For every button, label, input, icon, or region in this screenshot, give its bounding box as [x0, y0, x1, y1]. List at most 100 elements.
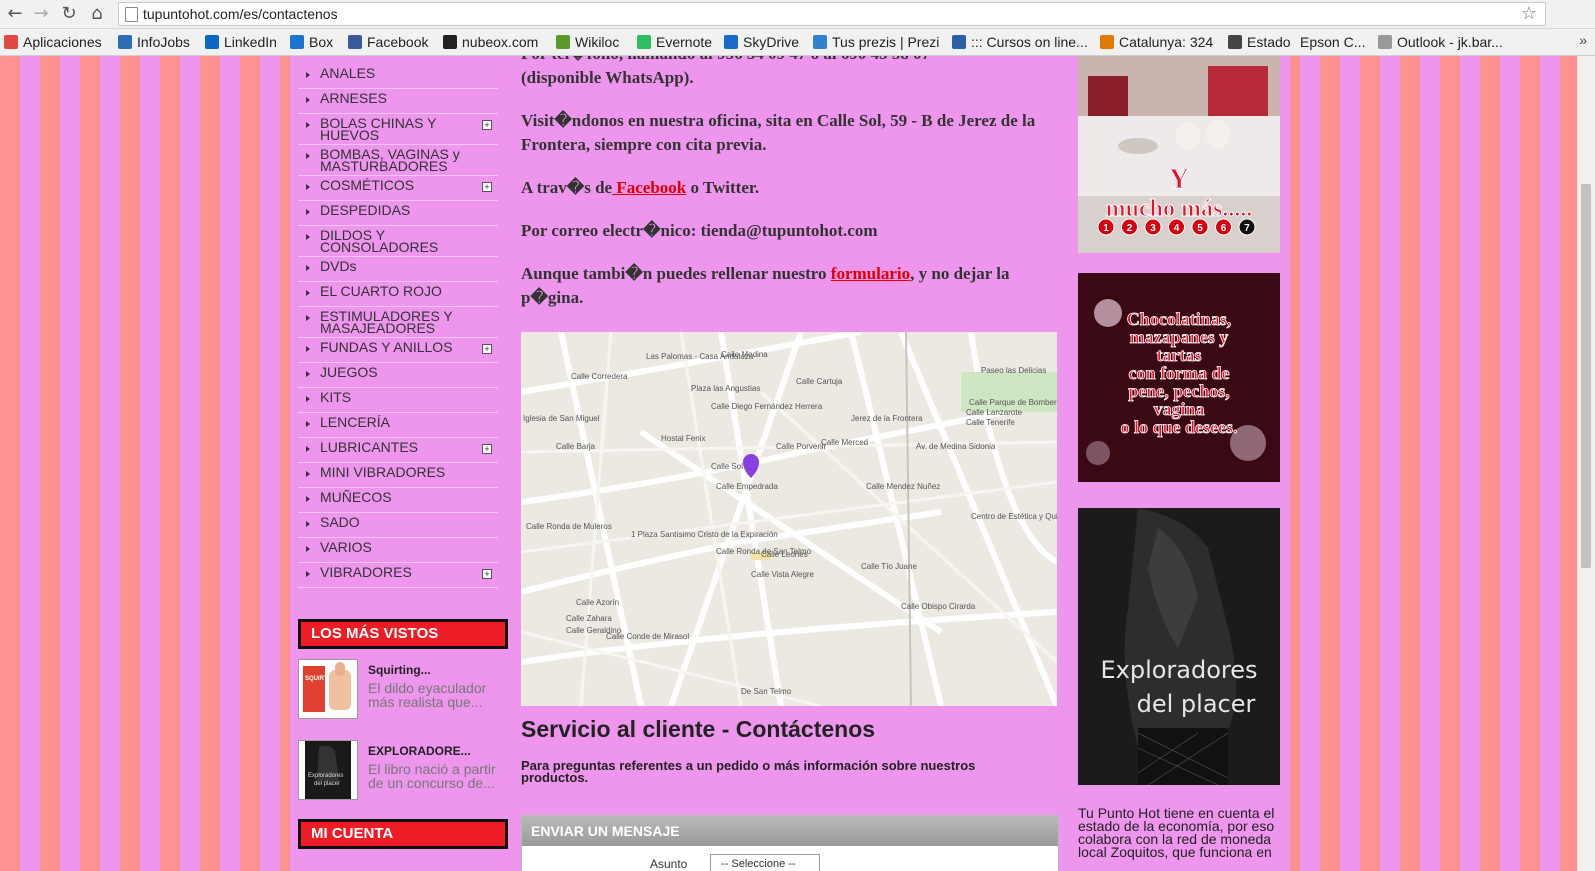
slider-banner[interactable]: Y mucho más..... 1 2 3 4 5 6 7: [1078, 56, 1280, 253]
category-label[interactable]: FUNDAS Y ANILLOS: [320, 339, 453, 355]
scrollbar[interactable]: [1577, 56, 1595, 871]
bookmarks-overflow-icon[interactable]: »: [1579, 32, 1587, 48]
category-item[interactable]: MINI VIBRADORES: [298, 463, 498, 488]
bookmark-item[interactable]: Facebook: [348, 33, 428, 51]
bookmark-label[interactable]: SkyDrive: [743, 34, 799, 50]
bookmark-item[interactable]: Epson C...: [1300, 33, 1365, 51]
bookmark-label[interactable]: InfoJobs: [137, 34, 190, 50]
bookmark-item[interactable]: LinkedIn: [205, 33, 277, 51]
my-account-title[interactable]: MI CUENTA: [298, 819, 508, 849]
bookmark-label[interactable]: ::: Cursos on line...: [971, 34, 1088, 50]
bookmark-label[interactable]: Aplicaciones: [23, 34, 102, 50]
bookmark-item[interactable]: SkyDrive: [724, 33, 799, 51]
slider-dot-label[interactable]: 3: [1150, 223, 1156, 234]
category-item[interactable]: LENCERÍA: [298, 413, 498, 438]
bookmark-label[interactable]: LinkedIn: [224, 34, 277, 50]
category-label[interactable]: ANALES: [320, 65, 375, 81]
bookmark-item[interactable]: Aplicaciones: [4, 33, 102, 51]
category-item[interactable]: DVDs: [298, 257, 498, 282]
category-item[interactable]: MUÑECOS: [298, 488, 498, 513]
subject-select[interactable]: -- Seleccione --: [710, 854, 820, 871]
category-label[interactable]: BOLAS CHINAS Y HUEVOS: [320, 115, 436, 143]
expand-plus-icon[interactable]: +: [482, 569, 492, 579]
category-item[interactable]: JUEGOS: [298, 363, 498, 388]
bookmark-item[interactable]: Evernote: [637, 33, 712, 51]
category-label[interactable]: DVDs: [320, 258, 357, 274]
bookmark-label[interactable]: Wikiloc: [575, 34, 619, 50]
forward-arrow-icon[interactable]: →: [30, 3, 52, 25]
bookmark-item[interactable]: Box: [290, 33, 333, 51]
slider-dot-label[interactable]: 2: [1127, 223, 1133, 234]
address-bar[interactable]: tupuntohot.com/es/contactenos ☆: [118, 2, 1546, 26]
category-item[interactable]: VARIOS: [298, 538, 498, 563]
category-item[interactable]: VIBRADORES +: [298, 563, 498, 588]
product-item-2[interactable]: Exploradores del placer EXPLORADORE... E…: [298, 740, 498, 802]
url-text[interactable]: tupuntohot.com/es/contactenos: [143, 6, 338, 22]
category-label[interactable]: MINI VIBRADORES: [320, 464, 445, 480]
bookmark-label[interactable]: Estado: [1247, 34, 1291, 50]
slider-dot-label[interactable]: 6: [1221, 223, 1227, 234]
bookmark-item[interactable]: nubeox.com: [443, 33, 538, 51]
expand-plus-icon[interactable]: +: [482, 444, 492, 454]
expand-plus-icon[interactable]: +: [482, 344, 492, 354]
category-item[interactable]: DESPEDIDAS: [298, 201, 498, 226]
category-label[interactable]: DESPEDIDAS: [320, 202, 410, 218]
category-label[interactable]: MUÑECOS: [320, 489, 392, 505]
slider-dot-label[interactable]: 5: [1197, 223, 1203, 234]
category-label[interactable]: COSMÉTICOS: [320, 177, 414, 193]
category-item[interactable]: BOLAS CHINAS Y HUEVOS +: [298, 114, 498, 145]
category-label[interactable]: KITS: [320, 389, 351, 405]
category-label[interactable]: DILDOS Y CONSOLADORES: [320, 227, 438, 255]
slider-dot-label[interactable]: 4: [1174, 223, 1180, 234]
expand-plus-icon[interactable]: +: [482, 120, 492, 130]
category-item[interactable]: LUBRICANTES +: [298, 438, 498, 463]
category-label[interactable]: JUEGOS: [320, 364, 378, 380]
bookmark-item[interactable]: Estado: [1228, 33, 1291, 51]
category-label[interactable]: BOMBAS, VAGINAS y MASTURBADORES: [320, 146, 460, 174]
facebook-link[interactable]: Facebook: [612, 178, 686, 197]
bookmark-label[interactable]: nubeox.com: [462, 34, 538, 50]
bookmark-item[interactable]: Wikiloc: [556, 33, 619, 51]
category-item[interactable]: ANALES: [298, 64, 498, 89]
bookmark-label[interactable]: Outlook - jk.bar...: [1397, 34, 1503, 50]
category-item[interactable]: SADO: [298, 513, 498, 538]
location-map[interactable]: Calle Medina Las Palomas - Casa Andaluza C…: [521, 332, 1057, 706]
category-label[interactable]: ESTIMULADORES Y MASAJEADORES: [320, 308, 453, 336]
chocolates-banner[interactable]: Chocolatinas, mazapanes y tartas con forma …: [1078, 273, 1280, 482]
category-item[interactable]: FUNDAS Y ANILLOS +: [298, 338, 498, 363]
slider-dot-label[interactable]: 7: [1244, 223, 1250, 234]
bookmark-star-icon[interactable]: ☆: [1521, 3, 1537, 24]
bookmark-item[interactable]: ::: Cursos on line...: [952, 33, 1088, 51]
category-label[interactable]: VARIOS: [320, 539, 372, 555]
product-item-1[interactable]: SQUIRT Squirting... El dildo eyaculador …: [298, 659, 498, 721]
bookmark-label[interactable]: Epson C...: [1300, 34, 1365, 50]
bookmark-item[interactable]: Tus prezis | Prezi: [813, 33, 939, 51]
bookmark-label[interactable]: Facebook: [367, 34, 428, 50]
category-label[interactable]: EL CUARTO ROJO: [320, 283, 442, 299]
category-label[interactable]: VIBRADORES: [320, 564, 412, 580]
form-link[interactable]: formulario: [831, 264, 910, 283]
category-item[interactable]: ARNESES: [298, 89, 498, 114]
scroll-thumb[interactable]: [1581, 184, 1591, 568]
product-thumbnail[interactable]: SQUIRT: [298, 659, 358, 719]
home-icon[interactable]: ⌂: [86, 3, 108, 25]
category-item[interactable]: EL CUARTO ROJO: [298, 282, 498, 307]
bookmark-label[interactable]: Evernote: [656, 34, 712, 50]
bookmark-item[interactable]: Catalunya: 324: [1100, 33, 1213, 51]
category-item[interactable]: BOMBAS, VAGINAS y MASTURBADORES: [298, 145, 498, 176]
category-item[interactable]: KITS: [298, 388, 498, 413]
bookmark-label[interactable]: Box: [309, 34, 333, 50]
product-title[interactable]: Squirting...: [368, 663, 431, 677]
book-banner[interactable]: Exploradores del placer: [1078, 508, 1280, 785]
category-label[interactable]: LENCERÍA: [320, 414, 390, 430]
category-item[interactable]: COSMÉTICOS +: [298, 176, 498, 201]
category-item[interactable]: DILDOS Y CONSOLADORES: [298, 226, 498, 257]
reload-icon[interactable]: ↻: [58, 3, 80, 25]
expand-plus-icon[interactable]: +: [482, 182, 492, 192]
category-label[interactable]: LUBRICANTES: [320, 439, 418, 455]
back-arrow-icon[interactable]: ←: [4, 3, 26, 25]
bookmark-label[interactable]: Catalunya: 324: [1119, 34, 1213, 50]
slider-dot-label[interactable]: 1: [1103, 223, 1109, 234]
category-label[interactable]: ARNESES: [320, 90, 387, 106]
product-title[interactable]: EXPLORADORE...: [368, 744, 471, 758]
